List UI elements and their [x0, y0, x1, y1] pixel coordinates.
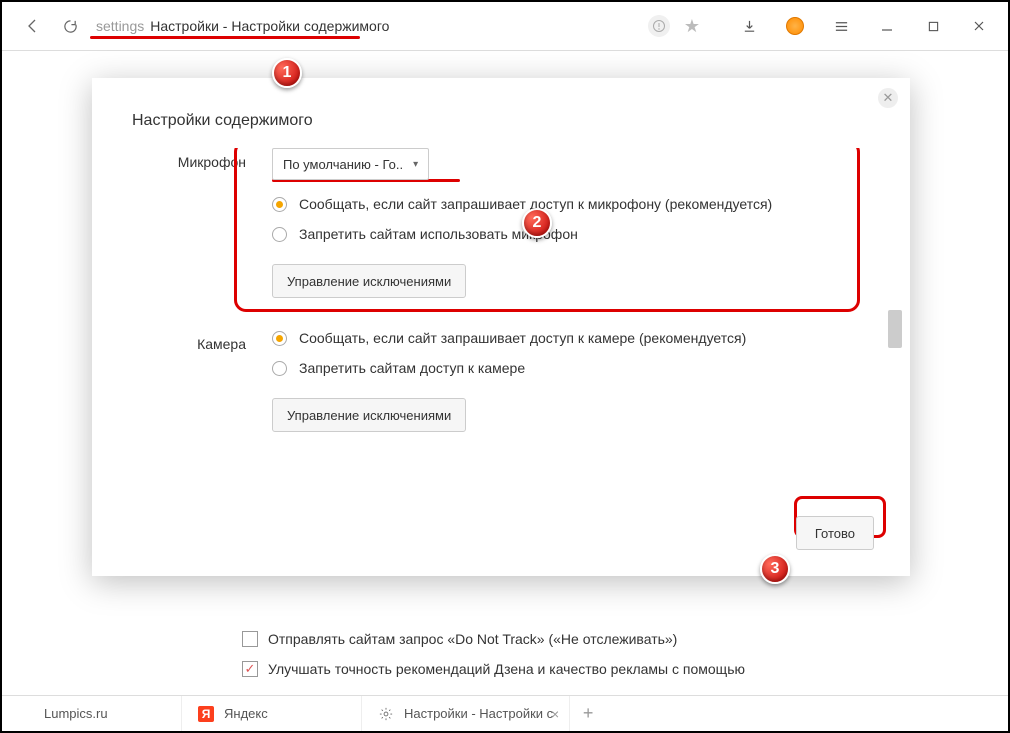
microphone-label: Микрофон	[132, 148, 272, 298]
camera-section: Камера Сообщать, если сайт запрашивает д…	[132, 330, 884, 432]
modal-title: Настройки содержимого	[132, 112, 870, 130]
reload-button[interactable]	[58, 19, 82, 34]
extension-button[interactable]	[772, 9, 818, 43]
tab-settings[interactable]: Настройки - Настройки с ×	[362, 696, 570, 731]
zen-checkbox-row[interactable]: ✓ Улучшать точность рекомендаций Дзена и…	[242, 661, 958, 677]
tab-yandex[interactable]: Я Яндекс	[182, 696, 362, 731]
address-bar[interactable]: settings Настройки - Настройки содержимо…	[88, 9, 708, 43]
annotation-underline	[90, 36, 360, 39]
zen-label: Улучшать точность рекомендаций Дзена и к…	[268, 661, 745, 677]
orange-circle-icon	[786, 17, 804, 35]
annotation-marker-1: 1	[272, 58, 302, 88]
radio-icon	[272, 361, 287, 376]
cam-ask-label: Сообщать, если сайт запрашивает доступ к…	[299, 330, 746, 346]
address-title: Настройки - Настройки содержимого	[150, 18, 389, 34]
radio-icon	[272, 227, 287, 242]
cam-exceptions-button[interactable]: Управление исключениями	[272, 398, 466, 432]
tab-strip: Lumpics.ru Я Яндекс Настройки - Настройк…	[2, 695, 1008, 731]
annotation-marker-2: 2	[522, 208, 552, 238]
camera-label: Камера	[132, 330, 272, 432]
mic-block-radio[interactable]: Запретить сайтам использовать микрофон	[272, 226, 884, 242]
tab-close-icon[interactable]: ×	[551, 706, 559, 722]
mic-exceptions-button[interactable]: Управление исключениями	[272, 264, 466, 298]
done-button[interactable]: Готово	[796, 516, 874, 550]
cam-block-radio[interactable]: Запретить сайтам доступ к камере	[272, 360, 884, 376]
dropdown-value: По умолчанию - Го..	[283, 157, 403, 172]
window-close-button[interactable]	[956, 9, 1002, 43]
menu-button[interactable]	[818, 9, 864, 43]
radio-selected-icon	[272, 331, 287, 346]
tab-label: Lumpics.ru	[44, 706, 108, 721]
window-minimize-button[interactable]	[864, 9, 910, 43]
back-button[interactable]	[16, 9, 50, 43]
dnt-checkbox-row[interactable]: Отправлять сайтам запрос «Do Not Track» …	[242, 631, 958, 647]
yandex-icon: Я	[198, 706, 214, 722]
bookmark-star-icon[interactable]: ★	[684, 16, 700, 37]
mic-ask-radio[interactable]: Сообщать, если сайт запрашивает доступ к…	[272, 196, 884, 212]
browser-toolbar: settings Настройки - Настройки содержимо…	[2, 2, 1008, 51]
annotation-marker-3: 3	[760, 554, 790, 584]
tab-label: Яндекс	[224, 706, 268, 721]
checkbox-icon	[242, 631, 258, 647]
microphone-section: Микрофон По умолчанию - Го.. ▾ Сообщать,…	[132, 148, 884, 298]
cam-block-label: Запретить сайтам доступ к камере	[299, 360, 525, 376]
content-settings-modal: ✕ Настройки содержимого Микрофон По умол…	[92, 78, 910, 576]
radio-selected-icon	[272, 197, 287, 212]
window-maximize-button[interactable]	[910, 9, 956, 43]
chevron-down-icon: ▾	[413, 159, 418, 170]
microphone-device-dropdown[interactable]: По умолчанию - Го.. ▾	[272, 148, 429, 180]
new-tab-button[interactable]: +	[570, 696, 606, 731]
checkbox-checked-icon: ✓	[242, 661, 258, 677]
address-prefix: settings	[96, 18, 144, 34]
background-settings: Отправлять сайтам запрос «Do Not Track» …	[242, 631, 958, 691]
dnt-label: Отправлять сайтам запрос «Do Not Track» …	[268, 631, 677, 647]
scrollbar-thumb[interactable]	[888, 310, 902, 348]
gear-icon	[378, 706, 394, 722]
downloads-button[interactable]	[726, 9, 772, 43]
site-info-icon[interactable]	[648, 15, 670, 37]
tab-lumpics[interactable]: Lumpics.ru	[2, 696, 182, 731]
cam-ask-radio[interactable]: Сообщать, если сайт запрашивает доступ к…	[272, 330, 884, 346]
tab-label: Настройки - Настройки с	[404, 706, 553, 721]
favicon-icon	[18, 706, 34, 722]
modal-scrollbar[interactable]	[888, 148, 902, 512]
